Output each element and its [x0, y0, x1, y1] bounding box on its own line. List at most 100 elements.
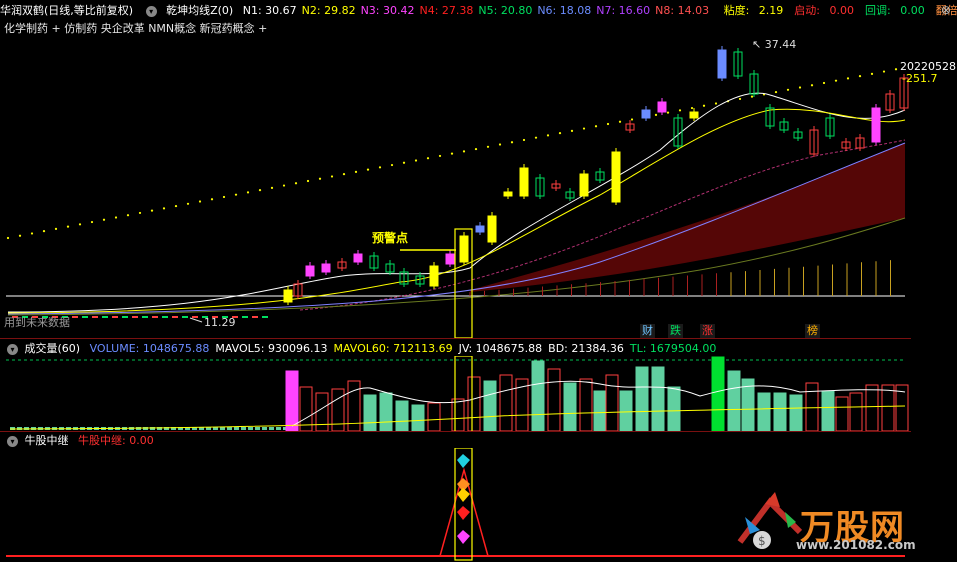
candle-body	[72, 316, 78, 318]
trend-dot	[666, 111, 670, 114]
volume-title[interactable]: 成交量(60)	[25, 342, 81, 355]
volume-menu-icon[interactable]: ▾	[7, 343, 18, 355]
high-price-label: ↖ 37.44	[752, 38, 796, 51]
volume-bar	[773, 392, 787, 432]
indicator-name[interactable]: 乾坤均线Z(0)	[166, 4, 233, 17]
trend-dot	[798, 86, 802, 89]
volume-bar	[363, 394, 377, 432]
volume-bar	[285, 370, 299, 432]
volume-bar	[849, 392, 863, 432]
candle-body	[152, 316, 158, 318]
volume-value: MAVOL5: 930096.13	[215, 342, 328, 355]
trend-dot	[738, 97, 742, 101]
candle-body	[132, 316, 138, 318]
gain-menu-icon[interactable]: ▾	[7, 435, 18, 447]
candle-body	[579, 173, 589, 197]
low-price-label: 11.29	[204, 316, 236, 329]
candle-body	[487, 215, 497, 243]
candle-body	[122, 316, 128, 318]
volume-bar	[821, 390, 835, 432]
watermark-url: www.201082.com	[796, 538, 916, 552]
trend-dot	[330, 175, 334, 178]
ma-value-n4: N4: 27.38	[419, 4, 474, 17]
trend-dot	[774, 90, 778, 94]
trend-dot	[474, 147, 478, 151]
candle-body	[717, 49, 727, 79]
trend-dot	[594, 125, 598, 128]
trend-dot	[318, 177, 322, 180]
trend-dot	[618, 120, 622, 123]
candle-body	[611, 151, 621, 203]
candle-body	[657, 101, 667, 113]
candle-body	[353, 253, 363, 263]
trend-dot	[246, 191, 250, 194]
trend-dot	[354, 170, 358, 173]
event-badge[interactable]: 跌	[668, 324, 683, 338]
trend-dot	[486, 145, 490, 148]
trend-dot	[378, 166, 382, 169]
trend-dot	[78, 223, 82, 226]
volume-bar	[579, 378, 593, 432]
candle-body	[871, 107, 881, 143]
trend-dot	[414, 159, 418, 162]
trend-dot	[606, 122, 610, 126]
window-controls: ⊗	[935, 3, 951, 17]
volume-chart[interactable]	[0, 356, 957, 432]
ma-value-n8: N8: 14.03	[655, 4, 710, 17]
gain-title[interactable]: 牛股中继	[25, 434, 69, 447]
candle-body	[242, 316, 248, 318]
volume-bar	[379, 392, 393, 432]
trend-dot	[570, 129, 574, 132]
candle-body	[641, 109, 651, 119]
trend-dot	[894, 68, 898, 71]
volume-bar	[757, 392, 771, 432]
trend-dot	[126, 214, 130, 217]
stock-title[interactable]: 华润双鹤(日线,等比前复权)	[0, 4, 133, 17]
trend-dot	[174, 204, 178, 208]
volume-bar	[835, 396, 849, 432]
trend-dot	[654, 113, 658, 116]
trend-dot	[534, 136, 538, 139]
concept-tags[interactable]: 化学制药 + 仿制药 央企改革 NMN概念 新冠药概念 +	[4, 21, 267, 37]
event-badge[interactable]: 榜	[805, 324, 820, 338]
trend-dot	[42, 230, 46, 233]
volume-value: VOLUME: 1048675.88	[89, 342, 210, 355]
low-pointer	[189, 317, 203, 323]
event-badge[interactable]: 涨	[700, 324, 715, 338]
indicator-menu-icon[interactable]: ▾	[145, 5, 157, 17]
close-icon[interactable]: ⊗	[941, 3, 951, 17]
ma-value-n2: N2: 29.82	[301, 4, 356, 17]
volume-bar	[315, 392, 329, 432]
candle-body	[142, 316, 148, 318]
volume-bar	[865, 384, 879, 432]
trend-dot	[582, 127, 586, 130]
trend-dot	[294, 182, 298, 185]
price-chart[interactable]: 预警点↖ 37.4411.2920220528-251.7用到未来数据	[0, 38, 957, 338]
volume-value: JV: 1048675.88	[458, 342, 543, 355]
mavol60-line	[9, 405, 906, 430]
candle-body	[82, 316, 88, 318]
trend-dot	[510, 141, 514, 144]
trend-dot	[270, 186, 274, 189]
trend-dot	[750, 95, 754, 98]
candle-body	[252, 316, 258, 318]
trend-dot	[210, 198, 214, 201]
trend-dot	[90, 220, 94, 224]
event-badge[interactable]: 财	[640, 324, 655, 338]
volume-bar	[248, 427, 253, 430]
trend-dot	[846, 77, 850, 80]
volume-bar	[220, 427, 225, 430]
panel-separator	[0, 431, 911, 432]
trend-dot	[870, 72, 874, 75]
gem-icon	[457, 506, 470, 520]
future-data-note: 用到未来数据	[4, 315, 70, 329]
candle-body	[459, 235, 469, 263]
trend-dot	[882, 70, 886, 73]
trend-dot	[102, 218, 106, 221]
candle-body	[162, 316, 168, 318]
panel-separator	[0, 338, 911, 339]
volume-bar	[331, 388, 345, 432]
trend-dot	[630, 118, 634, 121]
volume-bar	[255, 427, 260, 430]
candle-body	[503, 191, 513, 197]
